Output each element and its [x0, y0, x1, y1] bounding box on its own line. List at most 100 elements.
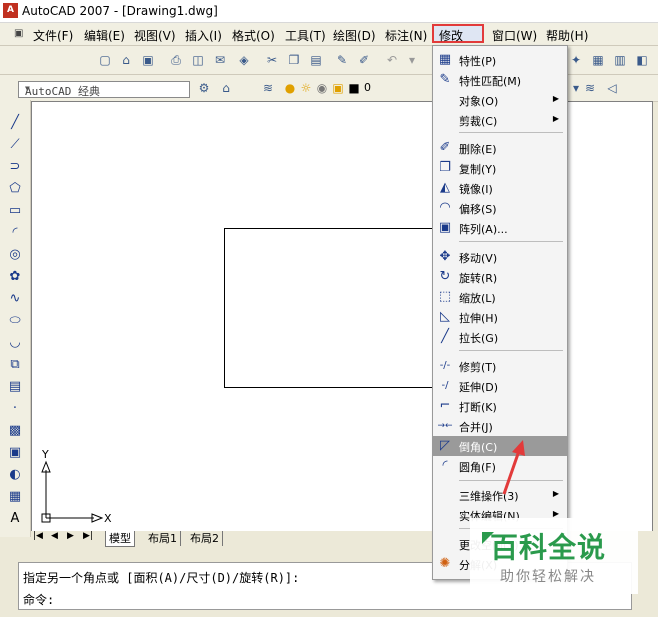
menu-edit[interactable]: 编辑(E): [84, 27, 125, 44]
print-icon[interactable]: ⎙: [168, 52, 184, 68]
save-icon[interactable]: ▣: [140, 52, 156, 68]
menu-item-extend[interactable]: -/ 延伸(D): [433, 376, 567, 396]
point-icon[interactable]: ·: [6, 400, 24, 418]
undo-dropdown-icon[interactable]: ▾: [404, 52, 420, 68]
publish-icon[interactable]: ✉: [212, 52, 228, 68]
menu-item-lengthen[interactable]: ╱ 拉长(G): [433, 327, 567, 347]
layer-manager-icon[interactable]: ≋: [260, 80, 276, 96]
markup-icon[interactable]: ◧: [634, 52, 650, 68]
command-prompt: 命令:: [23, 593, 55, 607]
menu-insert[interactable]: 插入(I): [185, 27, 222, 44]
tab-next-icon[interactable]: ▶: [67, 531, 74, 541]
menu-item-properties[interactable]: ▦ 特性(P): [433, 50, 567, 70]
menu-dimension[interactable]: 标注(N): [385, 27, 427, 44]
tab-layout2[interactable]: 布局2: [187, 531, 223, 546]
region-icon[interactable]: ◐: [6, 466, 24, 484]
menu-tools[interactable]: 工具(T): [285, 27, 326, 44]
undo-icon[interactable]: ↶: [384, 52, 400, 68]
preview-icon[interactable]: ◫: [190, 52, 206, 68]
menu-item-label: 缩放(L): [459, 292, 496, 305]
sheetset-icon[interactable]: ▥: [612, 52, 628, 68]
join-icon: →←: [437, 421, 453, 431]
brush-icon[interactable]: ✎: [334, 52, 350, 68]
menu-item-stretch[interactable]: ◺ 拉伸(H): [433, 307, 567, 327]
table-icon[interactable]: ▦: [6, 488, 24, 506]
construction-line-icon[interactable]: ⟋: [6, 136, 24, 154]
menu-item-array[interactable]: ▣ 阵列(A)...: [433, 218, 567, 238]
toolpalette-icon[interactable]: ✦: [568, 52, 584, 68]
ellipse-arc-icon[interactable]: ◡: [6, 334, 24, 352]
spline-icon[interactable]: ∿: [6, 290, 24, 308]
lock-icon[interactable]: ▣: [330, 80, 346, 96]
menu-modify[interactable]: 修改(M): [432, 24, 484, 58]
menu-file[interactable]: 文件(F): [33, 27, 73, 44]
make-current-layer-icon[interactable]: ≋: [582, 80, 598, 96]
arc-icon[interactable]: ◜: [6, 224, 24, 242]
menu-item-label: 合并(J): [459, 421, 493, 434]
polygon-icon[interactable]: ⬠: [6, 180, 24, 198]
erase-icon: ✐: [439, 140, 451, 155]
layer-color-icon[interactable]: ◉: [314, 80, 330, 96]
menu-item-move[interactable]: ✥ 移动(V): [433, 247, 567, 267]
multiline-text-icon[interactable]: A: [6, 510, 24, 528]
menu-help[interactable]: 帮助(H): [546, 27, 588, 44]
cut-icon[interactable]: ✂: [264, 52, 280, 68]
document-menu-icon[interactable]: ▣: [14, 28, 23, 39]
hatch-icon[interactable]: ▩: [6, 422, 24, 440]
make-block-icon[interactable]: ▤: [6, 378, 24, 396]
line-icon[interactable]: ╱: [6, 114, 24, 132]
layer-previous-icon[interactable]: ◁: [604, 80, 620, 96]
menu-item-mirror[interactable]: ◭ 镜像(I): [433, 178, 567, 198]
tab-model[interactable]: 模型: [105, 531, 135, 547]
menu-item-label: 移动(V): [459, 252, 498, 265]
workspace-settings-icon[interactable]: ⚙: [196, 80, 212, 96]
menu-item-clip[interactable]: 剪裁(C) ▶: [433, 110, 567, 130]
circle-icon[interactable]: ◎: [6, 246, 24, 264]
lightbulb-icon[interactable]: ●: [282, 80, 298, 96]
workspace-combo[interactable]: AutoCAD 经典 ▼: [18, 81, 190, 98]
menu-item-object[interactable]: 对象(O) ▶: [433, 90, 567, 110]
menu-item-scale[interactable]: ⬚ 缩放(L): [433, 287, 567, 307]
menu-item-copy[interactable]: ❐ 复制(Y): [433, 158, 567, 178]
paste-icon[interactable]: ▤: [308, 52, 324, 68]
tab-last-icon[interactable]: ▶|: [83, 531, 93, 541]
menu-window[interactable]: 窗口(W): [492, 27, 537, 44]
new-icon[interactable]: ▢: [97, 52, 113, 68]
menu-item-erase[interactable]: ✐ 删除(E): [433, 138, 567, 158]
menu-item-label: 对象(O): [459, 95, 499, 108]
copy-clip-icon[interactable]: ❐: [286, 52, 302, 68]
ellipse-icon[interactable]: ⬭: [6, 312, 24, 330]
workspace-save-icon[interactable]: ⌂: [218, 80, 234, 96]
menu-item-join[interactable]: →← 合并(J): [433, 416, 567, 436]
tab-first-icon[interactable]: |◀: [33, 531, 43, 541]
ucs-icon: Y X: [41, 448, 112, 525]
menu-item-match-properties[interactable]: ✎ 特性匹配(M): [433, 70, 567, 90]
revcloud-icon[interactable]: ✿: [6, 268, 24, 286]
tab-prev-icon[interactable]: ◀: [51, 531, 58, 541]
insert-block-icon[interactable]: ⧉: [6, 356, 24, 374]
menu-view[interactable]: 视图(V): [134, 27, 176, 44]
plot-icon[interactable]: ◈: [236, 52, 252, 68]
match-properties-icon: ✎: [439, 72, 451, 87]
autocad-app-icon[interactable]: A: [3, 3, 18, 18]
menu-draw[interactable]: 绘图(D): [333, 27, 376, 44]
menu-bar: ▣ 文件(F) 编辑(E) 视图(V) 插入(I) 格式(O) 工具(T) 绘图…: [0, 23, 658, 58]
menu-item-label: 打断(K): [459, 401, 497, 414]
open-icon[interactable]: ⌂: [118, 52, 134, 68]
menu-separator: [459, 132, 563, 133]
tab-layout1[interactable]: 布局1: [145, 531, 181, 546]
drawn-rectangle[interactable]: [224, 228, 446, 388]
menu-item-trim[interactable]: -/- 修剪(T): [433, 356, 567, 376]
sun-icon[interactable]: ☼: [298, 80, 314, 96]
match-icon[interactable]: ✐: [356, 52, 372, 68]
menu-item-rotate[interactable]: ↻ 旋转(R): [433, 267, 567, 287]
gradient-icon[interactable]: ▣: [6, 444, 24, 462]
rectangle-icon[interactable]: ▭: [6, 202, 24, 220]
menu-format[interactable]: 格式(O): [232, 27, 275, 44]
layer-value: 0: [364, 81, 371, 94]
menu-item-break[interactable]: ⌐ 打断(K): [433, 396, 567, 416]
menu-item-offset[interactable]: ◠ 偏移(S): [433, 198, 567, 218]
color-swatch-icon: ■: [348, 81, 360, 95]
polyline-icon[interactable]: ⊃: [6, 158, 24, 176]
calculator-icon[interactable]: ▦: [590, 52, 606, 68]
